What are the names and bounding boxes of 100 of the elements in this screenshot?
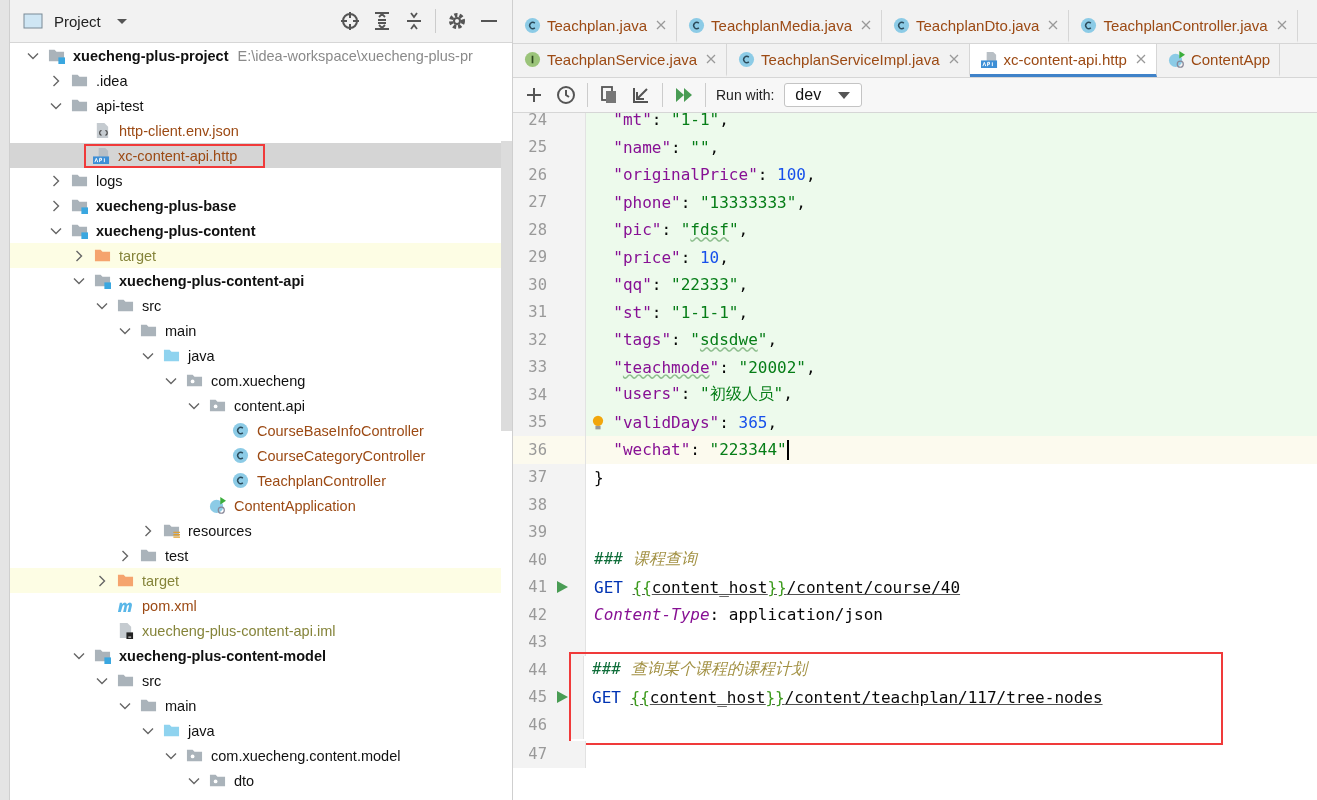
folder-icon — [163, 522, 180, 539]
tree-item[interactable]: http-client.env.json — [10, 118, 501, 143]
folder-icon — [94, 272, 111, 289]
tree-item[interactable]: dto — [10, 768, 501, 793]
folder-icon — [94, 647, 111, 664]
tree-item[interactable]: pom.xml — [10, 593, 501, 618]
history-icon[interactable] — [555, 84, 577, 106]
close-icon[interactable] — [655, 19, 668, 31]
tree-item[interactable]: target — [10, 568, 501, 593]
code-line: "phone": "13333333", — [613, 192, 806, 212]
panel-icon — [22, 10, 44, 32]
tree-item[interactable]: src — [10, 293, 501, 318]
close-icon[interactable] — [947, 53, 960, 65]
file-name: xc-content-api.http — [117, 146, 239, 165]
code-line: "tags": "sdsdwe", — [613, 330, 778, 350]
line-number: 39 — [527, 523, 547, 542]
folder-icon — [186, 747, 203, 764]
file-icon — [980, 50, 998, 68]
tree-item[interactable]: xuecheng-plus-base — [10, 193, 501, 218]
code-line: "pic": "fdsf", — [613, 220, 749, 240]
code-line: "st": "1-1-1", — [613, 302, 749, 322]
folder-icon — [71, 172, 88, 189]
locate-icon[interactable] — [339, 10, 361, 32]
project-path: E:\idea-workspace\xuecheng-plus-pr — [237, 47, 473, 64]
folder-icon — [117, 572, 134, 589]
file-icon — [688, 16, 706, 34]
code-line: "mt": "1-1", — [613, 113, 729, 130]
file-icon — [893, 16, 910, 34]
line-number: 40 — [527, 550, 547, 569]
tree-item[interactable]: main — [10, 693, 501, 718]
line-number: 34 — [527, 385, 547, 404]
tree-item[interactable]: xuecheng-plus-content — [10, 218, 501, 243]
folder-icon — [94, 247, 111, 264]
run-icon[interactable] — [555, 690, 569, 705]
tree-item[interactable]: java — [10, 343, 501, 368]
line-number: 46 — [527, 715, 547, 734]
line-number: 47 — [527, 745, 547, 764]
file-icon — [1167, 50, 1185, 68]
tree-item[interactable]: api-test — [10, 93, 501, 118]
tree-item[interactable]: content.api — [10, 393, 501, 418]
tree-item[interactable]: CourseBaseInfoController — [10, 418, 501, 443]
tree-item[interactable]: xuecheng-plus-content-api.iml — [10, 618, 501, 643]
text-cursor — [786, 439, 789, 460]
line-number: 29 — [527, 248, 547, 267]
line-number: 26 — [527, 165, 547, 184]
folder-icon — [140, 697, 157, 714]
lightbulb-icon[interactable] — [592, 413, 604, 431]
tree-item[interactable]: xc-content-api.http — [10, 143, 501, 168]
tree-item[interactable]: TeachplanController — [10, 468, 501, 493]
tree-item[interactable]: resources — [10, 518, 501, 543]
line-number: 33 — [527, 358, 547, 377]
tree-item[interactable]: ContentApplication — [10, 493, 501, 518]
line-number: 43 — [527, 633, 547, 652]
code-line: ### 课程查询 — [594, 549, 697, 571]
environment-dropdown[interactable]: dev — [784, 83, 863, 107]
panel-title[interactable]: Project — [54, 12, 101, 30]
line-number: 37 — [527, 468, 547, 487]
close-icon[interactable] — [860, 19, 872, 31]
line-number: 28 — [527, 220, 547, 239]
tree-item[interactable]: test — [10, 543, 501, 568]
fold-gutter — [571, 711, 584, 739]
tree-item[interactable]: .idea — [10, 68, 501, 93]
line-number: 25 — [527, 138, 547, 157]
tree-item[interactable]: main — [10, 318, 501, 343]
file-icon — [94, 122, 111, 139]
tree-item[interactable]: com.xuecheng — [10, 368, 501, 393]
file-icon — [232, 472, 249, 489]
tree-item[interactable]: java — [10, 718, 501, 743]
line-number: 31 — [527, 303, 547, 322]
tree-item[interactable]: src — [10, 668, 501, 693]
tree-item[interactable]: com.xuecheng.content.model — [10, 743, 501, 768]
line-number: 36 — [527, 440, 547, 459]
file-icon — [1080, 16, 1098, 34]
line-number: 44 — [527, 660, 547, 679]
close-icon[interactable] — [1047, 19, 1060, 31]
close-icon[interactable] — [705, 53, 718, 65]
line-number: 42 — [527, 605, 547, 624]
fold-gutter — [571, 656, 584, 684]
code-line: "teachmode": "20002", — [613, 357, 816, 377]
scrollbar[interactable] — [501, 141, 512, 431]
code-line: "name": "", — [613, 137, 720, 157]
file-icon — [209, 497, 226, 514]
file-icon — [524, 16, 541, 34]
settings-icon[interactable] — [446, 10, 468, 32]
line-number: 35 — [527, 413, 547, 432]
code-line: GET {{content_host}}/content/course/40 — [594, 577, 961, 597]
close-icon[interactable] — [1275, 19, 1288, 31]
close-icon[interactable] — [1134, 53, 1147, 65]
tree-item[interactable]: xuecheng-plus-content-api — [10, 268, 501, 293]
folder-icon — [209, 772, 226, 789]
tree-item[interactable]: xuecheng-plus-content-model — [10, 643, 501, 668]
tree-item[interactable]: logs — [10, 168, 501, 193]
folder-icon — [163, 347, 180, 364]
folder-icon — [163, 722, 180, 739]
tree-item[interactable]: CourseCategoryController — [10, 443, 501, 468]
file-icon — [524, 50, 541, 68]
caret-icon[interactable] — [837, 90, 852, 100]
tree-item[interactable]: target — [10, 243, 501, 268]
tree-item[interactable]: xuecheng-plus-project E:\idea-workspace\xuecheng-plus-pr — [10, 43, 501, 68]
editor-tab[interactable]: xc-content-api.http — [969, 44, 1157, 77]
